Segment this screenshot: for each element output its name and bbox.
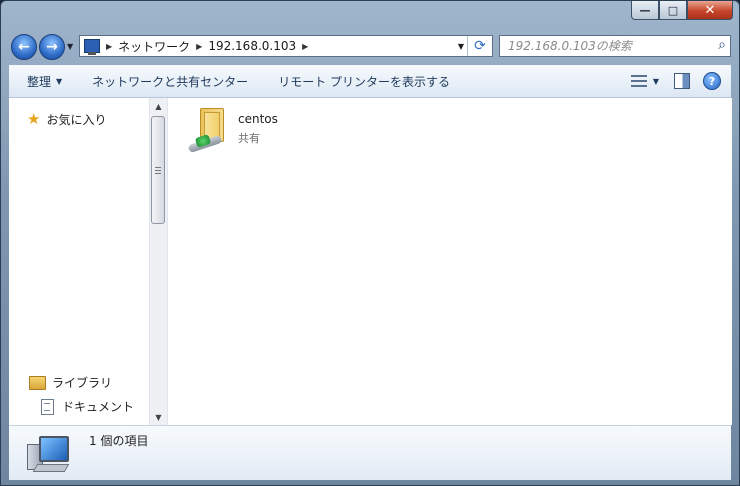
scroll-up-icon[interactable]: ▲	[150, 98, 167, 114]
nav-pane-scrollbar[interactable]: ▲ ▼	[149, 98, 167, 425]
remote-printers-button[interactable]: リモート プリンターを表示する	[248, 65, 450, 97]
command-bar: 整理 ▼ ネットワークと共有センター リモート プリンターを表示する ▼ ?	[9, 65, 731, 98]
recent-pages-dropdown-icon[interactable]: ▼	[67, 42, 73, 51]
breadcrumb-host[interactable]: 192.168.0.103	[208, 39, 296, 53]
preview-pane-icon	[674, 73, 690, 89]
nav-item-label: お気に入り	[46, 112, 107, 127]
toolbar-right: ▼ ?	[627, 65, 731, 97]
chevron-right-icon[interactable]: ▶	[196, 42, 202, 51]
chevron-down-icon: ▼	[652, 76, 660, 86]
file-list: centos 共有	[167, 98, 732, 425]
star-icon: ★	[27, 110, 41, 128]
document-icon	[41, 398, 54, 415]
library-icon	[29, 375, 46, 390]
details-pane: 1 個の項目	[9, 425, 731, 480]
navigation-pane: ★ お気に入り ライブラリ ドキュメント	[9, 98, 149, 425]
scroll-down-icon[interactable]: ▼	[150, 409, 167, 425]
chevron-right-icon[interactable]: ▶	[106, 42, 112, 51]
scrollbar-thumb[interactable]	[151, 116, 165, 224]
shared-folder-icon	[184, 106, 230, 154]
address-bar[interactable]: ▶ ネットワーク ▶ 192.168.0.103 ▶ ▼ ⟳	[79, 35, 493, 57]
help-icon: ?	[703, 72, 721, 90]
help-button[interactable]: ?	[701, 70, 723, 92]
content-area: ★ お気に入り ライブラリ ドキュメント ▲ ▼ centos 共有	[9, 98, 732, 425]
nav-item-documents[interactable]: ドキュメント	[41, 398, 134, 415]
file-subtitle: 共有	[238, 132, 260, 145]
views-icon	[630, 74, 647, 88]
nav-item-label: ライブラリ	[52, 376, 113, 390]
minimize-button[interactable]: —	[631, 1, 659, 20]
explorer-window: — □ ✕ ← → ▼ ▶ ネットワーク ▶ 192.168.0.103 ▶ ▼…	[0, 0, 740, 486]
change-view-button[interactable]: ▼	[627, 70, 663, 92]
breadcrumb-network[interactable]: ネットワーク	[118, 38, 190, 55]
organize-button[interactable]: 整理 ▼	[9, 65, 62, 97]
preview-pane-button[interactable]	[671, 70, 693, 92]
computer-icon	[25, 434, 70, 474]
chevron-right-icon[interactable]: ▶	[302, 42, 308, 51]
forward-button[interactable]: →	[39, 34, 65, 60]
item-count-status: 1 個の項目	[89, 434, 149, 448]
nav-item-favorites[interactable]: ★ お気に入り	[27, 110, 106, 128]
search-box[interactable]: ⌕	[499, 35, 731, 57]
network-center-button[interactable]: ネットワークと共有センター	[62, 65, 248, 97]
remote-printers-label: リモート プリンターを表示する	[278, 74, 451, 89]
back-button[interactable]: ←	[11, 34, 37, 60]
file-name: centos	[238, 112, 278, 126]
refresh-icon[interactable]: ⟳	[467, 36, 492, 56]
nav-item-label: ドキュメント	[62, 400, 135, 414]
navigation-bar: ← → ▼ ▶ ネットワーク ▶ 192.168.0.103 ▶ ▼ ⟳ ⌕	[11, 34, 731, 60]
network-center-label: ネットワークと共有センター	[92, 74, 249, 89]
search-icon[interactable]: ⌕	[718, 37, 726, 53]
close-button[interactable]: ✕	[687, 1, 733, 20]
maximize-button[interactable]: □	[659, 1, 687, 20]
caption-buttons: — □ ✕	[631, 1, 733, 20]
list-item[interactable]: centos 共有	[184, 106, 384, 154]
search-input[interactable]	[500, 38, 710, 54]
organize-label: 整理	[27, 74, 52, 89]
nav-item-libraries[interactable]: ライブラリ	[29, 374, 112, 391]
address-dropdown-icon[interactable]: ▼	[458, 42, 464, 51]
network-icon	[84, 39, 100, 55]
